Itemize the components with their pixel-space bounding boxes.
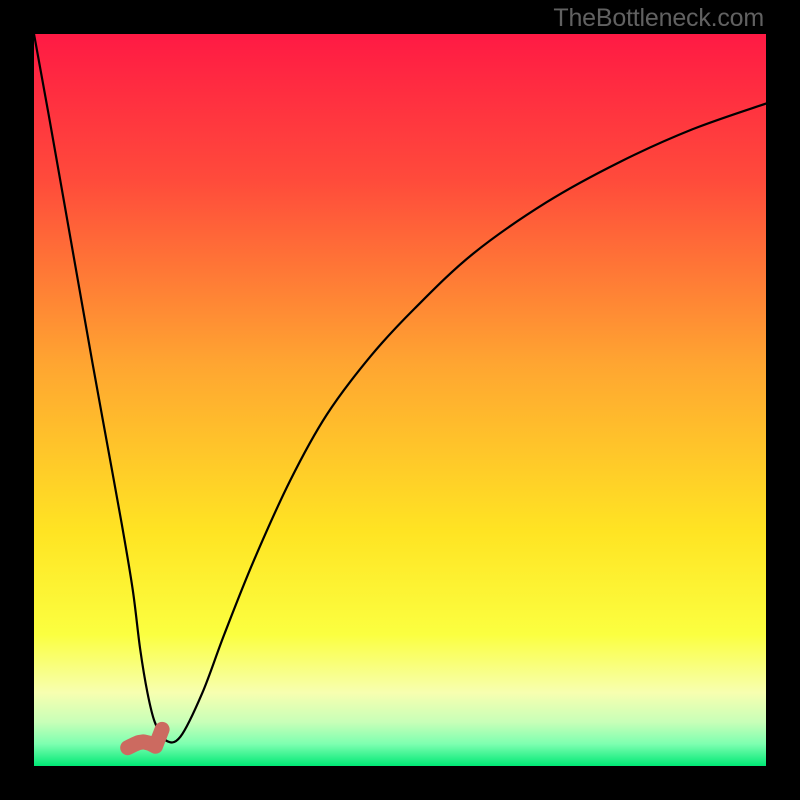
chart-frame: TheBottleneck.com	[0, 0, 800, 800]
watermark-text: TheBottleneck.com	[553, 4, 764, 33]
chart-svg	[34, 34, 766, 766]
plot-area	[34, 34, 766, 766]
